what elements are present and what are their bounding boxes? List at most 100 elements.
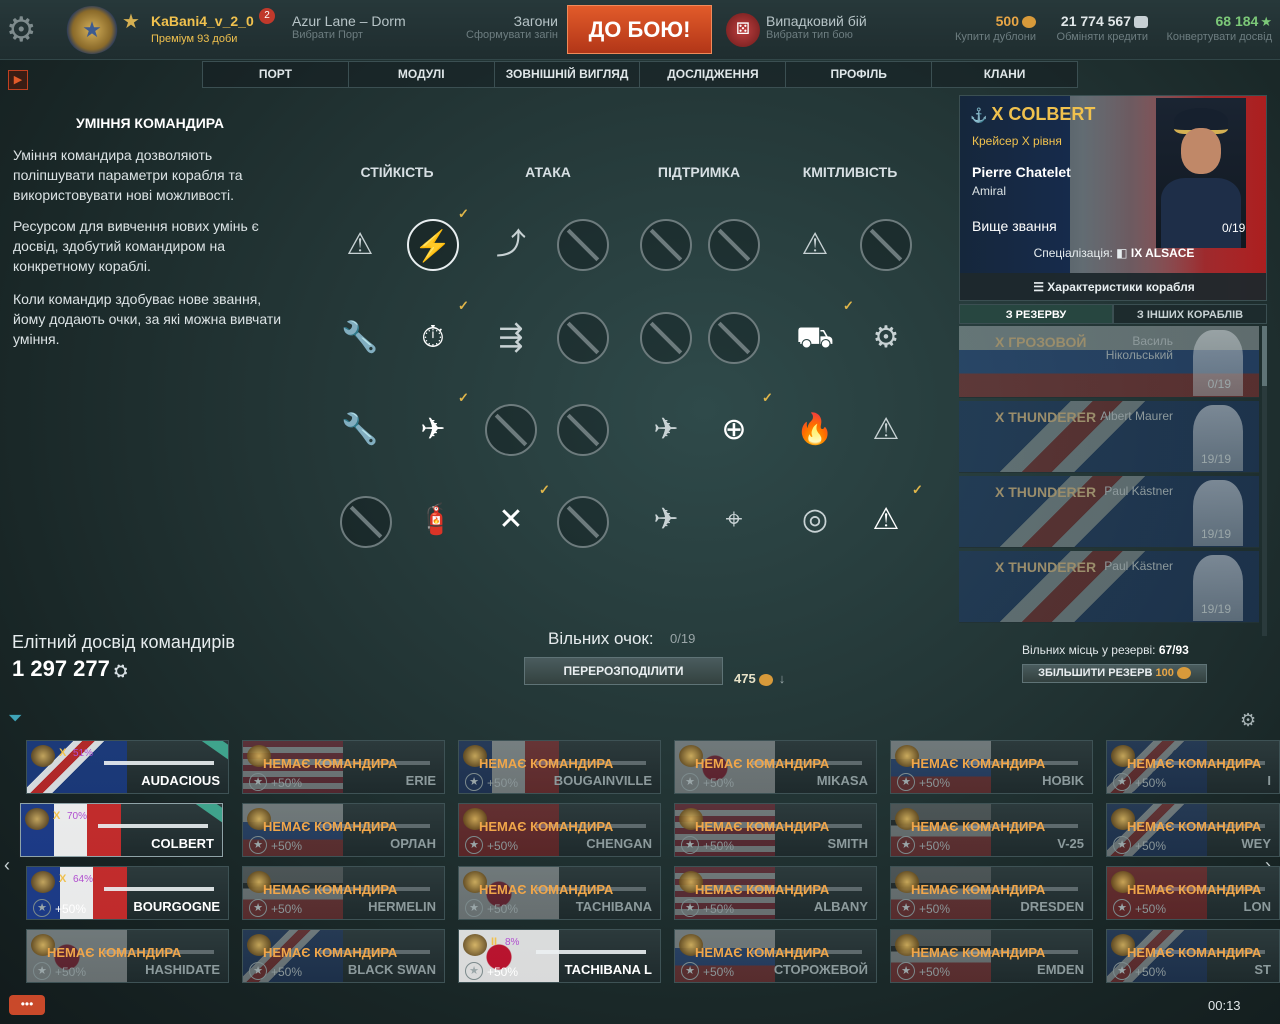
skill-consumables-icon[interactable]: ⛟ [789, 312, 841, 364]
ship-card[interactable]: НЕМАЄ КОМАНДИРА ★ +50% SMITH [674, 803, 877, 857]
battle-type-selector[interactable]: Випадковий бій Вибрати тип бою [766, 13, 867, 41]
premium-status[interactable]: Преміум 93 доби [151, 33, 237, 45]
xp-bonus: +50% [919, 776, 951, 790]
ship-card[interactable]: НЕМАЄ КОМАНДИРА ★ +50% BLACK SWAN [242, 929, 445, 983]
xp-bonus: +50% [1135, 839, 1167, 853]
skill-repair-icon[interactable]: 🔧 [334, 312, 386, 364]
skill-locked-icon[interactable] [640, 312, 692, 364]
port-selector[interactable]: Azur Lane – Dorm Вибрати Порт [292, 13, 406, 41]
ship-card[interactable]: X 70% COLBERT [20, 803, 223, 857]
skill-emergency-icon[interactable]: ⚡ [407, 219, 459, 271]
skill-locked-icon[interactable] [557, 312, 609, 364]
skill-upgrade-repair-icon[interactable]: 🔧 [334, 404, 386, 456]
free-points-label: Вільних очок: [548, 629, 654, 648]
ship-card[interactable]: X 51% AUDACIOUS [26, 740, 229, 794]
player-name[interactable]: KaBani4_v_2_0 [151, 13, 254, 29]
ship-card[interactable]: НЕМАЄ КОМАНДИРА ★ +50% EMDEN [890, 929, 1093, 983]
skill-propeller-icon[interactable]: ⚙ [860, 312, 912, 364]
redistribute-button[interactable]: ПЕРЕРОЗПОДІЛИТИ [524, 657, 723, 685]
ship-card[interactable]: НЕМАЄ КОМАНДИРА ★ +50% LON [1106, 866, 1280, 920]
skill-radar-icon[interactable]: ◎ [789, 494, 841, 546]
tab-clans[interactable]: КЛАНИ [932, 62, 1077, 87]
skill-locked-icon[interactable] [485, 404, 537, 456]
skill-gun-feeder-icon[interactable]: ⤴ [485, 219, 537, 271]
ship-card[interactable]: НЕМАЄ КОМАНДИРА ★ +50% I [1106, 740, 1280, 794]
division-button[interactable]: Загони Сформувати загін [458, 13, 558, 41]
skill-locked-icon[interactable] [708, 219, 760, 271]
skill-guns-upgrade-icon[interactable]: ✕ [485, 494, 537, 546]
skill-aa-icon[interactable]: ✈ [407, 404, 459, 456]
ship-card[interactable]: X 64% ★ +50% BOURGOGNE [26, 866, 229, 920]
carousel-left-arrow-icon[interactable]: ‹ [4, 855, 10, 876]
settings-gear-icon[interactable]: ⚙ [6, 12, 50, 48]
ship-characteristics-button[interactable]: ☰ Характеристики корабля [960, 273, 1266, 300]
ship-card[interactable]: НЕМАЄ КОМАНДИРА ★ +50% HOBIK [890, 740, 1093, 794]
ship-card[interactable]: II 8% ★ +50% TACHIBANA L [458, 929, 661, 983]
skill-targeting-icon[interactable]: ⌖ [708, 494, 760, 546]
carousel-settings-gear-icon[interactable]: ⚙ [1240, 710, 1256, 731]
ship-card[interactable]: НЕМАЄ КОМАНДИРА ★ +50% ERIE [242, 740, 445, 794]
battle-button[interactable]: ДО БОЮ! [567, 5, 712, 54]
skill-fire-warning-icon[interactable]: ⚠ [860, 404, 912, 456]
ship-card[interactable]: НЕМАЄ КОМАНДИРА ★ +50% HERMELIN [242, 866, 445, 920]
tab-research[interactable]: ДОСЛІДЖЕННЯ [640, 62, 787, 87]
credits-block[interactable]: 21 774 567 Обміняти кредити [1028, 13, 1148, 43]
ship-card[interactable]: НЕМАЄ КОМАНДИРА ★ +50% MIKASA [674, 740, 877, 794]
skill-locked-icon[interactable] [557, 219, 609, 271]
skill-locked-icon[interactable] [557, 496, 609, 548]
ship-card[interactable]: НЕМАЄ КОМАНДИРА ★ +50% ST [1106, 929, 1280, 983]
skill-locked-icon[interactable] [860, 219, 912, 271]
tab-port[interactable]: ПОРТ [203, 62, 349, 87]
chat-button[interactable]: ••• [9, 995, 45, 1015]
ship-card[interactable]: НЕМАЄ КОМАНДИРА ★ +50% V-25 [890, 803, 1093, 857]
commander-ship-label: X COLBERT [991, 104, 1096, 124]
reserve-commander[interactable]: X THUNDERER Paul Kästner 19/19 [959, 551, 1259, 623]
reserve-commander[interactable]: X THUNDERER Paul Kästner 19/19 [959, 476, 1259, 548]
skill-priority-target-icon[interactable]: ⚠ [860, 494, 912, 546]
reserve-commander[interactable]: X ГРОЗОВОЙ Василь Нікольський 0/19 [959, 326, 1259, 398]
ship-card[interactable]: НЕМАЄ КОМАНДИРА ★ +50% CHENGAN [458, 803, 661, 857]
ship-card[interactable]: НЕМАЄ КОМАНДИРА ★ +50% ОРЛАН [242, 803, 445, 857]
ship-card[interactable]: НЕМАЄ КОМАНДИРА ★ +50% HASHIDATE [26, 929, 229, 983]
free-xp-block[interactable]: 68 184 ★ Конвертувати досвід [1158, 13, 1272, 43]
skill-timer-icon[interactable]: ⏱ [407, 312, 459, 364]
ship-card[interactable]: НЕМАЄ КОМАНДИРА ★ +50% WEY [1106, 803, 1280, 857]
tab-profile[interactable]: ПРОФІЛЬ [786, 62, 933, 87]
video-play-icon[interactable]: ▶ [8, 70, 28, 90]
reserve-commander[interactable]: X THUNDERER Albert Maurer 19/19 [959, 401, 1259, 473]
doubloons-block[interactable]: 500 Купити дублони [948, 13, 1036, 43]
commander-emblem-icon [25, 808, 49, 830]
battle-type-subtitle: Вибрати тип бою [766, 29, 853, 41]
filter-icon[interactable]: ⏷ [8, 708, 22, 729]
skill-extinguisher-icon[interactable]: 🧯 [410, 494, 462, 546]
increase-reserve-button[interactable]: ЗБІЛЬШИТИ РЕЗЕРВ 100 [1022, 664, 1207, 683]
ship-card[interactable]: НЕМАЄ КОМАНДИРА ★ +50% TACHIBANA [458, 866, 661, 920]
ship-card[interactable]: НЕМАЄ КОМАНДИРА ★ +50% ALBANY [674, 866, 877, 920]
reserve-scrollbar[interactable] [1262, 326, 1267, 636]
skill-aircraft-upgrade-icon[interactable]: ✈ [640, 494, 692, 546]
ship-card[interactable]: НЕМАЄ КОМАНДИРА ★ +50% СТОРОЖЕВОЙ [674, 929, 877, 983]
skill-fire-icon[interactable]: 🔥 [789, 404, 841, 456]
tab-appearance[interactable]: ЗОВНІШНІЙ ВИГЛЯД [495, 62, 641, 87]
skill-aircraft-plus-icon[interactable]: ⊕ [708, 404, 760, 456]
skill-aircraft-icon[interactable]: ✈ [640, 404, 692, 456]
tab-from-reserve[interactable]: З РЕЗЕРВУ [959, 304, 1113, 324]
skill-locked-icon[interactable] [340, 496, 392, 548]
skill-locked-icon[interactable] [708, 312, 760, 364]
player-rank-emblem-icon[interactable]: ★ [66, 6, 118, 54]
skill-shell-icon[interactable]: ⇶ [485, 312, 537, 364]
xp-bonus-star-icon: ★ [897, 773, 915, 791]
tab-modules[interactable]: МОДУЛІ [349, 62, 495, 87]
battle-type-dice-icon[interactable]: ⚄ [726, 13, 760, 47]
commander-emblem-icon [31, 871, 55, 893]
skill-locked-icon[interactable] [557, 404, 609, 456]
notification-badge[interactable]: 2 [259, 8, 275, 24]
ship-card[interactable]: НЕМАЄ КОМАНДИРА ★ +50% BOUGAINVILLE [458, 740, 661, 794]
ship-xp-progress: 51% [73, 748, 94, 759]
xp-bonus: +50% [487, 902, 519, 916]
skill-torpedo-warning-icon[interactable]: ⚠ [789, 219, 841, 271]
skill-fire-prevention-icon[interactable]: ⚠ [334, 219, 386, 271]
tab-from-other-ships[interactable]: З ІНШИХ КОРАБЛІВ [1113, 304, 1267, 324]
ship-card[interactable]: НЕМАЄ КОМАНДИРА ★ +50% DRESDEN [890, 866, 1093, 920]
skill-locked-icon[interactable] [640, 219, 692, 271]
